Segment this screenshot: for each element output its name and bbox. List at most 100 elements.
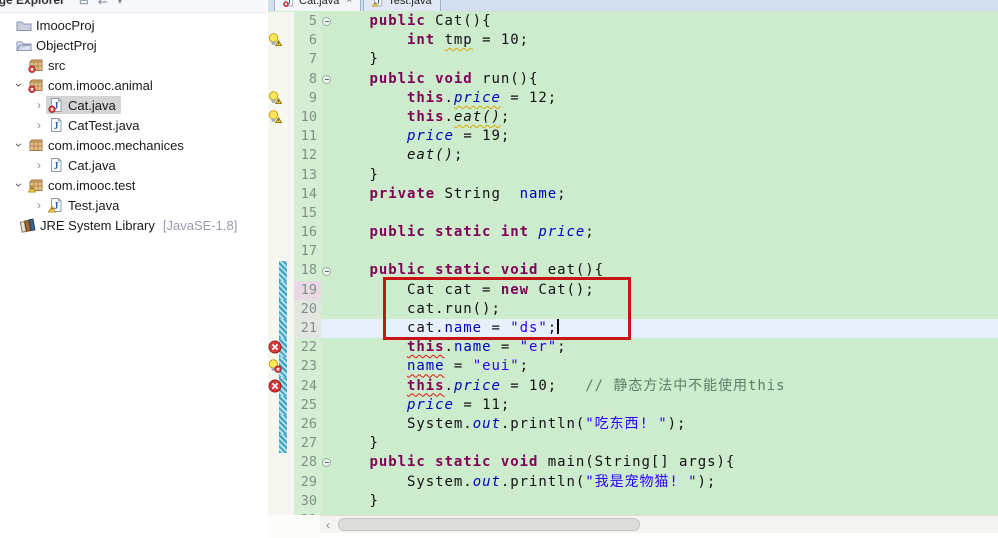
- code-line-20[interactable]: 20 cat.run();: [268, 299, 998, 319]
- annotation-gutter[interactable]: [268, 69, 294, 89]
- fold-margin[interactable]: [321, 12, 332, 31]
- fold-minus-icon[interactable]: [322, 266, 331, 276]
- fold-minus-icon[interactable]: [322, 74, 331, 84]
- fold-minus-icon[interactable]: [322, 17, 331, 27]
- annotation-gutter[interactable]: [268, 127, 294, 147]
- code-line-28[interactable]: 28 public static void main(String[] args…: [268, 453, 998, 473]
- scrollbar-thumb[interactable]: [338, 518, 640, 531]
- code-text[interactable]: [332, 204, 998, 223]
- tree-item-src[interactable]: src: [0, 55, 266, 75]
- chevron-down-icon[interactable]: ›: [12, 138, 26, 152]
- code-text[interactable]: [332, 242, 998, 261]
- fold-minus-icon[interactable]: [322, 458, 331, 468]
- code-line-10[interactable]: 10 this.eat();: [268, 107, 998, 128]
- annotation-gutter[interactable]: [268, 338, 294, 358]
- annotation-gutter[interactable]: [268, 261, 294, 281]
- code-line-29[interactable]: 29 System.out.println("我是宠物猫! ");: [268, 472, 998, 492]
- code-text[interactable]: public static void main(String[] args){: [332, 453, 998, 472]
- code-text[interactable]: System.out.println("我是宠物猫! ");: [332, 473, 998, 492]
- code-line-11[interactable]: 11 price = 19;: [268, 127, 998, 147]
- tree-item-content[interactable]: ObjectProj: [14, 36, 102, 54]
- tree-item-content[interactable]: JRE System Library [JavaSE-1.8]: [18, 216, 242, 234]
- tree-item-cat-java[interactable]: › J Cat.java: [0, 155, 266, 175]
- tree-item-content[interactable]: J Cat.java: [46, 156, 121, 174]
- code-line-27[interactable]: 27 }: [268, 434, 998, 454]
- tree-selection[interactable]: J Cat.java: [46, 96, 121, 114]
- fold-margin[interactable]: [321, 261, 332, 280]
- code-line-14[interactable]: 14 private String name;: [268, 184, 998, 204]
- tab-close-icon[interactable]: ×: [346, 0, 352, 6]
- code-text[interactable]: public Cat(){: [332, 12, 998, 31]
- annotation-gutter[interactable]: [268, 12, 294, 32]
- editor-tab-test-java[interactable]: J Test.java: [363, 0, 441, 11]
- code-text[interactable]: price = 11;: [332, 396, 998, 415]
- code-text[interactable]: this.eat();: [332, 108, 998, 127]
- code-line-22[interactable]: 22 this.name = "er";: [268, 338, 998, 358]
- annotation-gutter[interactable]: [268, 453, 294, 473]
- scroll-left-arrow-icon[interactable]: ‹: [320, 517, 336, 533]
- error-icon[interactable]: [268, 379, 282, 393]
- annotation-gutter[interactable]: [268, 357, 294, 377]
- code-line-24[interactable]: 24 this.price = 10; // 静态方法中不能使用this: [268, 376, 998, 396]
- code-line-23[interactable]: 23 name = "eui";: [268, 357, 998, 377]
- chevron-right-icon[interactable]: ›: [32, 118, 46, 132]
- code-text[interactable]: this.name = "er";: [332, 338, 998, 357]
- annotation-gutter[interactable]: [268, 472, 294, 492]
- chevron-down-icon[interactable]: ›: [12, 178, 26, 192]
- code-line-18[interactable]: 18 public static void eat(){: [268, 261, 998, 281]
- code-text[interactable]: int tmp = 10;: [332, 31, 998, 50]
- code-line-21[interactable]: 21 cat.name = "ds";: [268, 319, 998, 339]
- tree-item-content[interactable]: src: [26, 56, 70, 74]
- code-text[interactable]: }: [332, 434, 998, 453]
- bulb-warning-icon[interactable]: [268, 110, 283, 124]
- code-line-26[interactable]: 26 System.out.println("吃东西! ");: [268, 414, 998, 435]
- annotation-gutter[interactable]: [268, 280, 294, 300]
- tree-item-com-imooc-animal[interactable]: › com.imooc.animal: [0, 75, 266, 95]
- code-text[interactable]: this.price = 10; // 静态方法中不能使用this: [332, 377, 998, 396]
- code-text[interactable]: System.out.println("吃东西! ");: [332, 415, 998, 434]
- bulb-error-icon[interactable]: [268, 359, 282, 374]
- tree-item-content[interactable]: J Test.java: [46, 196, 124, 214]
- tree-item-content[interactable]: com.imooc.test: [26, 176, 140, 194]
- tree-item-com-imooc-test[interactable]: › com.imooc.test: [0, 175, 266, 195]
- view-menu-icon[interactable]: ▾: [117, 0, 123, 7]
- annotation-gutter[interactable]: [268, 107, 294, 128]
- code-text[interactable]: eat();: [332, 146, 998, 165]
- code-text[interactable]: }: [332, 492, 998, 511]
- annotation-gutter[interactable]: [268, 376, 294, 396]
- annotation-gutter[interactable]: [268, 146, 294, 166]
- annotation-gutter[interactable]: [268, 184, 294, 204]
- fold-margin[interactable]: [321, 70, 332, 89]
- code-text[interactable]: price = 19;: [332, 127, 998, 146]
- bulb-warning-icon[interactable]: [268, 91, 283, 105]
- tree-item-content[interactable]: ImoocProj: [14, 16, 100, 34]
- bulb-warning-icon[interactable]: [268, 33, 283, 47]
- annotation-gutter[interactable]: [268, 31, 294, 51]
- chevron-right-icon[interactable]: ›: [32, 158, 46, 172]
- code-text[interactable]: private String name;: [332, 185, 998, 204]
- code-line-25[interactable]: 25 price = 11;: [268, 395, 998, 415]
- annotation-gutter[interactable]: [268, 434, 294, 454]
- code-line-6[interactable]: 6 int tmp = 10;: [268, 31, 998, 51]
- chevron-down-icon[interactable]: ›: [12, 78, 26, 92]
- code-line-17[interactable]: 17: [268, 242, 998, 262]
- code-line-5[interactable]: 5 public Cat(){: [268, 12, 998, 32]
- editor-text-area[interactable]: 5 public Cat(){6 int tmp = 10; 7 } 8 publi…: [268, 11, 998, 515]
- code-text[interactable]: public void run(){: [332, 70, 998, 89]
- code-line-7[interactable]: 7 }: [268, 50, 998, 70]
- code-line-15[interactable]: 15: [268, 203, 998, 224]
- tree-item-cat-java[interactable]: › J Cat.java: [0, 95, 266, 115]
- link-editor-icon[interactable]: ⇄: [98, 0, 108, 7]
- tree-item-test-java[interactable]: › J Test.java: [0, 195, 266, 215]
- editor-tab-cat-java[interactable]: J Cat.java ×: [274, 0, 362, 11]
- code-line-9[interactable]: 9 this.price = 12;: [268, 88, 998, 108]
- annotation-gutter[interactable]: [268, 203, 294, 224]
- code-line-8[interactable]: 8 public void run(){: [268, 69, 998, 89]
- tree-item-content[interactable]: com.imooc.animal: [26, 76, 158, 94]
- tree-item-imoocproj[interactable]: ImoocProj: [0, 15, 266, 35]
- tree-item-objectproj[interactable]: ObjectProj: [0, 35, 266, 55]
- code-text[interactable]: }: [332, 166, 998, 185]
- chevron-right-icon[interactable]: ›: [32, 98, 46, 112]
- annotation-gutter[interactable]: [268, 395, 294, 415]
- annotation-gutter[interactable]: [268, 299, 294, 319]
